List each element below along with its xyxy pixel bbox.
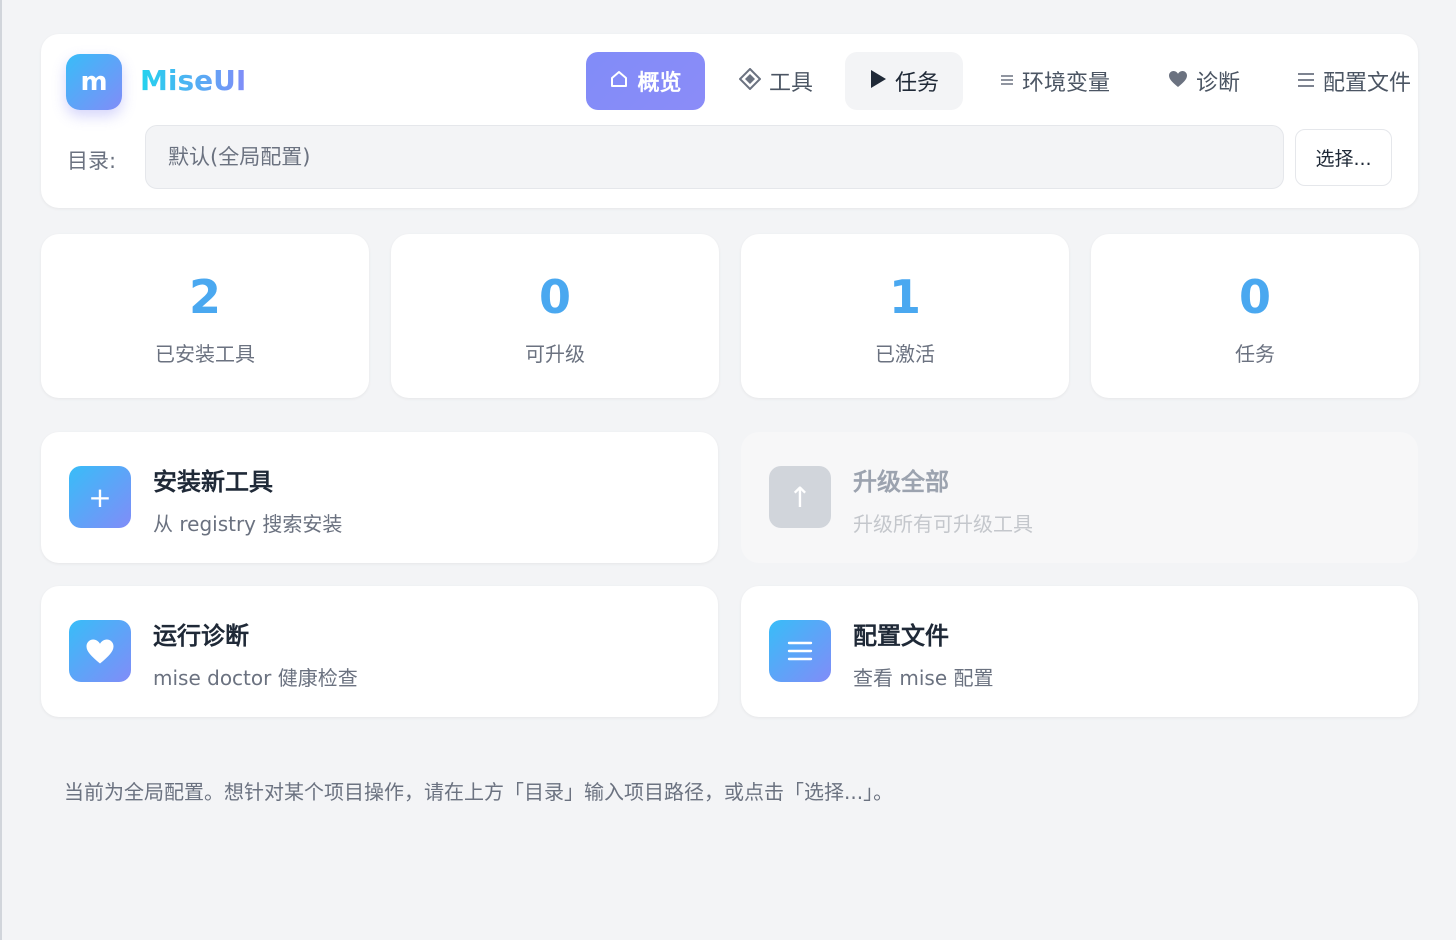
arrow-up-icon: ↑ (769, 466, 831, 528)
global-config-hint: 当前为全局配置。想针对某个项目操作，请在上方「目录」输入项目路径，或点击「选择.… (64, 780, 894, 804)
action-title: 运行诊断 (153, 622, 249, 650)
menu-icon (1297, 69, 1315, 93)
action-description: 升级所有可升级工具 (853, 512, 1033, 536)
diamond-icon (738, 67, 762, 95)
stat-value: 0 (1238, 270, 1271, 324)
window-left-edge (0, 0, 2, 940)
action-title: 安装新工具 (153, 468, 273, 496)
heart-icon (1168, 69, 1188, 93)
tab-tasks[interactable]: 任务 (845, 52, 963, 110)
action-upgrade-all: ↑ 升级全部 升级所有可升级工具 (741, 432, 1418, 563)
directory-label: 目录: (67, 149, 117, 173)
home-icon (609, 69, 629, 94)
tab-tools-label: 工具 (768, 71, 813, 96)
tab-config-files[interactable]: 配置文件 (1279, 52, 1429, 110)
stat-card-tasks: 0 任务 (1091, 234, 1419, 398)
stat-card-installed: 2 已安装工具 (41, 234, 369, 398)
heart-icon (69, 620, 131, 682)
stat-label: 可升级 (525, 342, 585, 366)
app-title: MiseUI (140, 64, 247, 97)
tab-tasks-label: 任务 (894, 71, 939, 96)
stat-value: 1 (888, 270, 921, 324)
stat-label: 任务 (1235, 342, 1275, 366)
stat-card-upgradable: 0 可升级 (391, 234, 719, 398)
action-install-tool[interactable]: + 安装新工具 从 registry 搜索安装 (41, 432, 718, 563)
stat-card-activated: 1 已激活 (741, 234, 1069, 398)
play-icon (869, 69, 887, 94)
plus-icon: + (69, 466, 131, 528)
stat-value: 0 (538, 270, 571, 324)
tab-config-files-label: 配置文件 (1322, 71, 1411, 96)
tab-diagnostics[interactable]: 诊断 (1149, 52, 1259, 110)
tab-overview[interactable]: 概览 (586, 52, 705, 110)
action-title: 配置文件 (853, 622, 949, 650)
app-logo: m (66, 54, 122, 110)
choose-directory-button[interactable]: 选择... (1295, 129, 1392, 186)
stat-label: 已安装工具 (155, 342, 255, 366)
menu-icon (769, 620, 831, 682)
tab-diagnostics-label: 诊断 (1195, 71, 1240, 96)
action-run-diagnostics[interactable]: 运行诊断 mise doctor 健康检查 (41, 586, 718, 717)
action-title: 升级全部 (853, 468, 949, 496)
directory-input[interactable] (145, 125, 1284, 189)
action-description: mise doctor 健康检查 (153, 666, 358, 690)
tab-tools[interactable]: 工具 (723, 52, 829, 110)
tab-env-vars[interactable]: 环境变量 (981, 52, 1129, 110)
tab-overview-label: 概览 (637, 71, 682, 96)
action-description: 从 registry 搜索安装 (153, 512, 343, 536)
action-description: 查看 mise 配置 (853, 666, 994, 690)
list-icon (1000, 72, 1014, 91)
tab-env-vars-label: 环境变量 (1021, 71, 1110, 96)
header-card: m MiseUI 概览 工具 任务 环境变量 诊断 配置文件 目录: 默认(全局… (41, 34, 1418, 208)
stat-value: 2 (188, 270, 221, 324)
action-config-files[interactable]: 配置文件 查看 mise 配置 (741, 586, 1418, 717)
stat-label: 已激活 (875, 342, 935, 366)
